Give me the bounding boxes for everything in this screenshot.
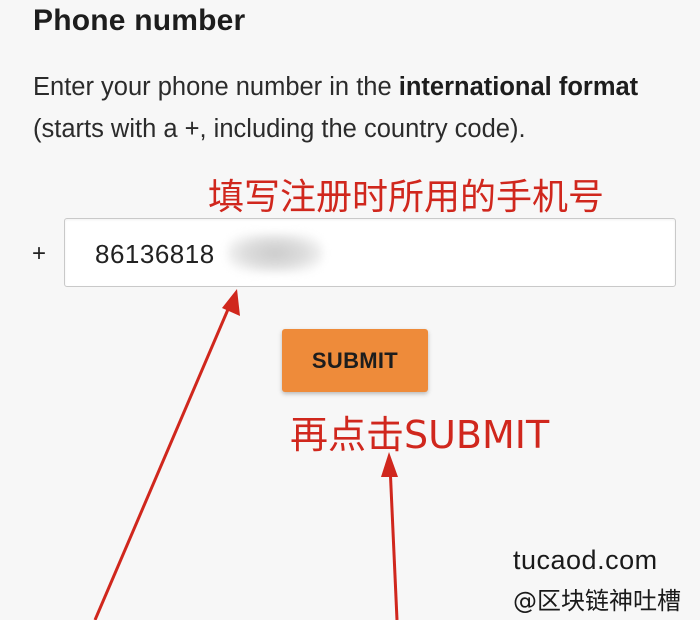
phone-number-value: 86136818 [95, 239, 215, 269]
watermark-handle: @区块链神吐槽 [513, 587, 681, 615]
phone-hint-annotation: 填写注册时所用的手机号 [208, 177, 605, 218]
instructions-part-2: (starts with a +, including the country … [33, 115, 526, 143]
page-title: Phone number [33, 4, 246, 37]
submit-hint-annotation: 再点击SUBMIT [290, 413, 550, 457]
instructions-part-1: Enter your phone number in the [33, 73, 399, 101]
instructions-text: Enter your phone number in the internati… [33, 66, 663, 150]
watermark-domain: tucaod.com [513, 545, 658, 575]
phone-arrow [93, 289, 240, 620]
submit-arrow [381, 452, 399, 620]
phone-number-input[interactable]: 86136818 [64, 218, 676, 287]
submit-button[interactable]: SUBMIT [282, 329, 428, 392]
instructions-bold: international format [398, 73, 639, 101]
redacted-digits-blur [227, 233, 323, 273]
country-code-prefix: + [32, 240, 47, 267]
